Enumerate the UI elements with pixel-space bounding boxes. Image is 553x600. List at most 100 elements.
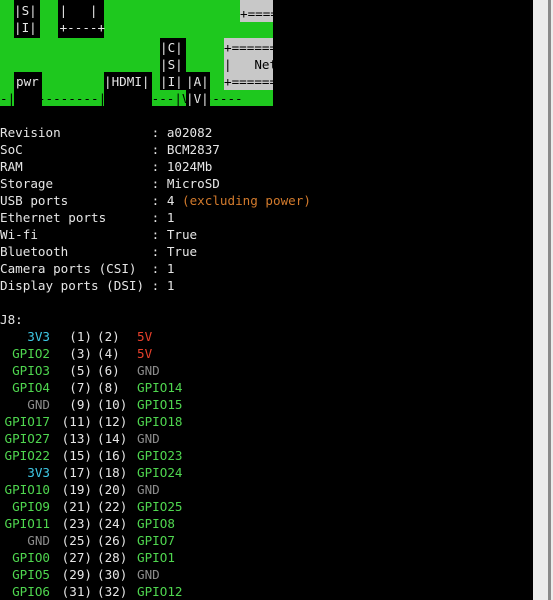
pin-right-label: GPIO24: [137, 465, 183, 480]
pin-row: GPIO10 (19) (20) GND: [0, 481, 533, 498]
pin-right-label: GPIO23: [137, 448, 183, 463]
pin-number-odd: (17): [61, 465, 92, 480]
info-row: Revision : a02082: [0, 124, 212, 141]
info-key: Storage: [0, 176, 145, 191]
pin-row: GPIO22 (15) (16) GPIO23: [0, 447, 533, 464]
pin-number-odd: (31): [61, 584, 92, 599]
pin-right-label: GPIO15: [137, 397, 183, 412]
pin-number-odd: (25): [61, 533, 92, 548]
pin-left-label: GPIO9: [12, 499, 50, 514]
pin-right-label: GND: [137, 363, 160, 378]
info-separator: :: [144, 125, 167, 140]
info-separator: :: [144, 261, 167, 276]
pin-row: GPIO5 (29) (30) GND: [0, 566, 533, 583]
info-key: Revision: [0, 125, 145, 140]
terminal-output: |S| |I| | | +----+ +==== |C| |S| |I| |A|…: [0, 0, 533, 600]
pin-row: GPIO27 (13) (14) GND: [0, 430, 533, 447]
pin-row: GPIO4 (7) (8) GPIO14: [0, 379, 533, 396]
pin-number-even: (14): [97, 431, 128, 446]
info-note: (excluding power): [182, 193, 311, 208]
info-separator: :: [144, 142, 167, 157]
info-value: True: [166, 227, 198, 242]
pin-left-label: GPIO4: [12, 380, 50, 395]
info-row: USB ports : 4 (excluding power): [0, 192, 311, 209]
info-value: True: [166, 244, 198, 259]
pin-left-label: GND: [27, 397, 50, 412]
info-separator: :: [144, 159, 167, 174]
pin-right-label: GPIO8: [137, 516, 175, 531]
scrollbar-thumb[interactable]: [548, 0, 551, 600]
board-hdmi-label: |HDMI|: [104, 74, 150, 89]
info-key: Ethernet ports: [0, 210, 145, 225]
info-row: Storage : MicroSD: [0, 175, 220, 192]
pin-number-odd: (13): [61, 431, 92, 446]
pin-left-label: GPIO11: [4, 516, 51, 531]
board-bottom-edge: -| |---------| |----|V|------: [0, 91, 243, 106]
info-row: Camera ports (CSI) : 1: [0, 260, 174, 277]
pin-left-label: 3V3: [27, 329, 50, 344]
pin-right-label: GPIO14: [137, 380, 183, 395]
pin-number-even: (12): [97, 414, 128, 429]
pin-number-odd: (27): [61, 550, 92, 565]
pin-left-label: GND: [27, 533, 50, 548]
pin-right-label: GPIO7: [137, 533, 175, 548]
pin-number-even: (26): [97, 533, 128, 548]
scrollbar-track[interactable]: [533, 0, 553, 600]
board-av-label: |A| |V|: [186, 74, 209, 106]
info-separator: :: [144, 227, 167, 242]
pin-number-odd: (1): [69, 329, 92, 344]
info-value: 1024Mb: [166, 159, 213, 174]
pin-number-even: (28): [97, 550, 128, 565]
pin-right-label: GND: [137, 482, 160, 497]
pin-right-label: GND: [137, 567, 160, 582]
pin-row: GND (9) (10) GPIO15: [0, 396, 533, 413]
pin-right-label: GPIO18: [137, 414, 183, 429]
pin-number-even: (4): [97, 346, 120, 361]
info-value: 1: [166, 210, 175, 225]
pin-right-label: GPIO1: [137, 550, 175, 565]
info-key: Camera ports (CSI): [0, 261, 145, 276]
board-diagram: |S| |I| | | +----+ +==== |C| |S| |I| |A|…: [0, 0, 285, 106]
pin-left-label: 3V3: [27, 465, 50, 480]
header-title: J8:: [0, 312, 23, 327]
pin-row: GPIO2 (3) (4) 5V: [0, 345, 533, 362]
pin-left-label: GPIO17: [4, 414, 51, 429]
pin-left-label: GPIO3: [12, 363, 50, 378]
pin-left-label: GPIO6: [12, 584, 50, 599]
pin-row: GND (25) (26) GPIO7: [0, 532, 533, 549]
pin-number-even: (10): [97, 397, 128, 412]
pin-row: GPIO6 (31) (32) GPIO12: [0, 583, 533, 600]
board-top-left-label: |S| |I|: [14, 3, 37, 35]
pin-number-even: (6): [97, 363, 120, 378]
pin-left-label: GPIO27: [4, 431, 51, 446]
pin-row: GPIO17 (11) (12) GPIO18: [0, 413, 533, 430]
info-key: Wi-fi: [0, 227, 145, 242]
pin-number-even: (32): [97, 584, 128, 599]
info-row: RAM : 1024Mb: [0, 158, 212, 175]
pin-number-odd: (3): [69, 346, 92, 361]
pin-number-odd: (21): [61, 499, 92, 514]
board-pwr-label: pwr: [16, 74, 39, 89]
info-value: MicroSD: [166, 176, 220, 191]
pin-number-odd: (15): [61, 448, 92, 463]
pin-right-label: GND: [137, 431, 160, 446]
board-top-mid-label: | | +----+: [59, 3, 106, 35]
pin-right-label: GPIO25: [137, 499, 183, 514]
pin-number-odd: (19): [61, 482, 92, 497]
info-separator: :: [144, 193, 167, 208]
pin-number-even: (20): [97, 482, 128, 497]
info-key: Bluetooth: [0, 244, 145, 259]
info-separator: :: [144, 210, 167, 225]
pin-number-even: (18): [97, 465, 128, 480]
info-value: BCM2837: [166, 142, 220, 157]
pin-left-label: GPIO0: [12, 550, 50, 565]
info-value: 1: [166, 278, 175, 293]
pin-number-even: (8): [97, 380, 120, 395]
info-row: Bluetooth : True: [0, 243, 197, 260]
pin-number-even: (16): [97, 448, 128, 463]
board-net-label: +======= | Net +======: [224, 40, 285, 89]
board-csi-label: |C| |S| |I|: [160, 40, 183, 89]
pin-number-even: (2): [97, 329, 120, 344]
pin-number-even: (22): [97, 499, 128, 514]
pin-left-label: GPIO2: [12, 346, 50, 361]
